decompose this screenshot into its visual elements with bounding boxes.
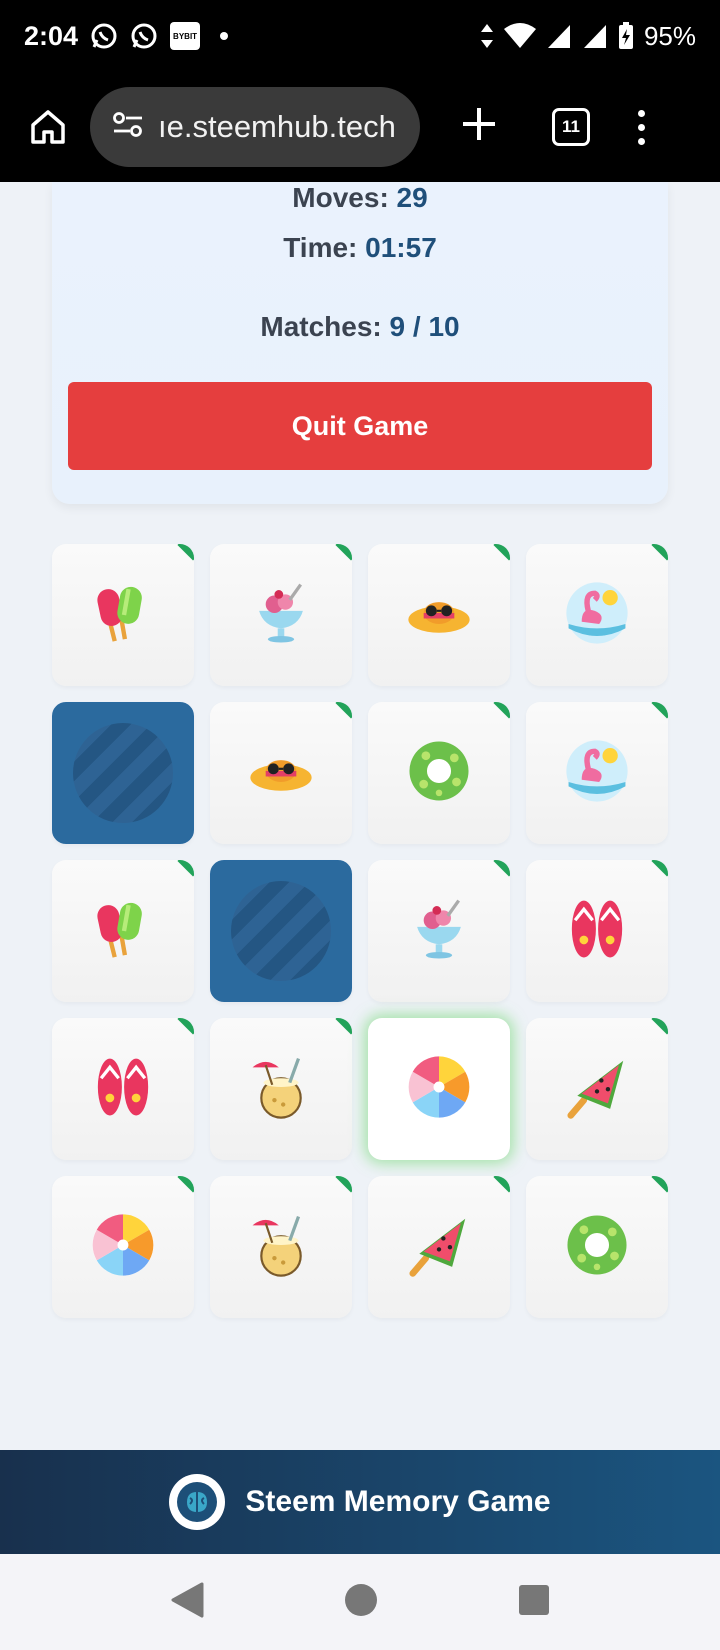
address-bar[interactable]: ıe.steemhub.tech (90, 87, 420, 167)
memory-card[interactable] (368, 702, 510, 844)
browser-toolbar: ıe.steemhub.tech 11 (0, 72, 720, 182)
flamingo-float-icon (562, 736, 632, 811)
ice-cream-sundae-icon (246, 578, 316, 653)
watermelon-popsicle-icon (404, 1210, 474, 1285)
memory-card[interactable] (368, 860, 510, 1002)
game-board (52, 544, 668, 1318)
notification-dot-icon (220, 32, 229, 40)
signal-icon (546, 23, 572, 49)
plus-icon (463, 108, 495, 140)
whatsapp-business-icon (130, 22, 158, 50)
matches-value: 9 / 10 (389, 311, 460, 342)
memory-card[interactable] (52, 1176, 194, 1318)
moves-value: 29 (396, 182, 428, 213)
memory-card[interactable] (52, 702, 194, 844)
memory-card[interactable] (210, 544, 352, 686)
game-stats-panel: Moves: 29 Time: 01:57 Matches: 9 / 10 Qu… (52, 182, 668, 504)
more-icon-dot (638, 109, 645, 117)
site-footer: Steem Memory Game (0, 1450, 720, 1554)
tab-count: 11 (562, 117, 580, 136)
memory-card[interactable] (52, 1018, 194, 1160)
home-icon (31, 110, 65, 144)
card-back-icon (73, 723, 173, 823)
memory-card[interactable] (526, 860, 668, 1002)
battery-percent: 95% (643, 20, 696, 51)
memory-card[interactable] (526, 1176, 668, 1318)
beach-ball-icon (404, 1052, 474, 1127)
back-nav-button[interactable] (170, 1582, 204, 1623)
sun-hat-icon (404, 578, 474, 653)
bybit-icon: BYBIT (170, 22, 201, 50)
swim-ring-icon (404, 736, 474, 811)
status-bar: 2:04 BYBIT 95% (0, 0, 720, 72)
quit-game-button[interactable]: Quit Game (68, 382, 652, 470)
home-nav-button[interactable] (344, 1583, 378, 1622)
coconut-drink-icon (246, 1052, 316, 1127)
flip-flops-icon (562, 894, 632, 969)
home-circle-icon (345, 1583, 377, 1616)
matches-stat: Matches: 9 / 10 (52, 311, 668, 343)
ice-cream-sundae-icon (404, 894, 474, 969)
popsicle-icon (88, 894, 158, 969)
memory-card[interactable] (210, 1018, 352, 1160)
site-settings-icon[interactable] (112, 111, 144, 144)
memory-card[interactable] (52, 544, 194, 686)
memory-card[interactable] (210, 1176, 352, 1318)
memory-card[interactable] (210, 860, 352, 1002)
memory-card[interactable] (52, 860, 194, 1002)
matches-label: Matches: (260, 311, 382, 342)
recents-nav-button[interactable] (518, 1584, 550, 1621)
coconut-drink-icon (246, 1210, 316, 1285)
time-stat: Time: 01:57 (52, 232, 668, 264)
memory-card[interactable] (368, 544, 510, 686)
flamingo-float-icon (562, 578, 632, 653)
sun-hat-icon (246, 736, 316, 811)
recents-square-icon (519, 1584, 549, 1615)
memory-card[interactable] (526, 1018, 668, 1160)
clock: 2:04 (24, 20, 79, 51)
moves-stat: Moves: 29 (52, 182, 668, 214)
time-value: 01:57 (365, 232, 437, 263)
time-label: Time: (283, 232, 358, 263)
card-back-icon (231, 881, 331, 981)
swim-ring-icon (562, 1210, 632, 1285)
beach-ball-icon (88, 1210, 158, 1285)
memory-card[interactable] (368, 1018, 510, 1160)
wifi-icon (503, 23, 536, 49)
url-text: ıe.steemhub.tech (158, 109, 396, 144)
flip-flops-icon (88, 1052, 158, 1127)
moves-label: Moves: (292, 182, 389, 213)
system-nav-bar (0, 1554, 720, 1650)
more-icon-dot (638, 137, 645, 145)
whatsapp-icon (90, 22, 118, 50)
footer-title: Steem Memory Game (245, 1485, 551, 1518)
popsicle-icon (88, 578, 158, 653)
back-triangle-icon (171, 1582, 204, 1617)
memory-card[interactable] (210, 702, 352, 844)
more-menu-button[interactable] (638, 109, 645, 145)
tab-switcher-button[interactable]: 11 (552, 108, 590, 146)
more-icon-dot (638, 123, 645, 131)
new-tab-button[interactable] (456, 103, 502, 151)
home-button[interactable] (20, 99, 76, 155)
brain-logo-icon (169, 1474, 226, 1530)
data-transfer-icon (480, 23, 494, 49)
signal-2-icon (582, 23, 608, 49)
memory-card[interactable] (526, 544, 668, 686)
watermelon-popsicle-icon (562, 1052, 632, 1127)
memory-card[interactable] (526, 702, 668, 844)
memory-card[interactable] (368, 1176, 510, 1318)
battery-icon (618, 22, 634, 50)
